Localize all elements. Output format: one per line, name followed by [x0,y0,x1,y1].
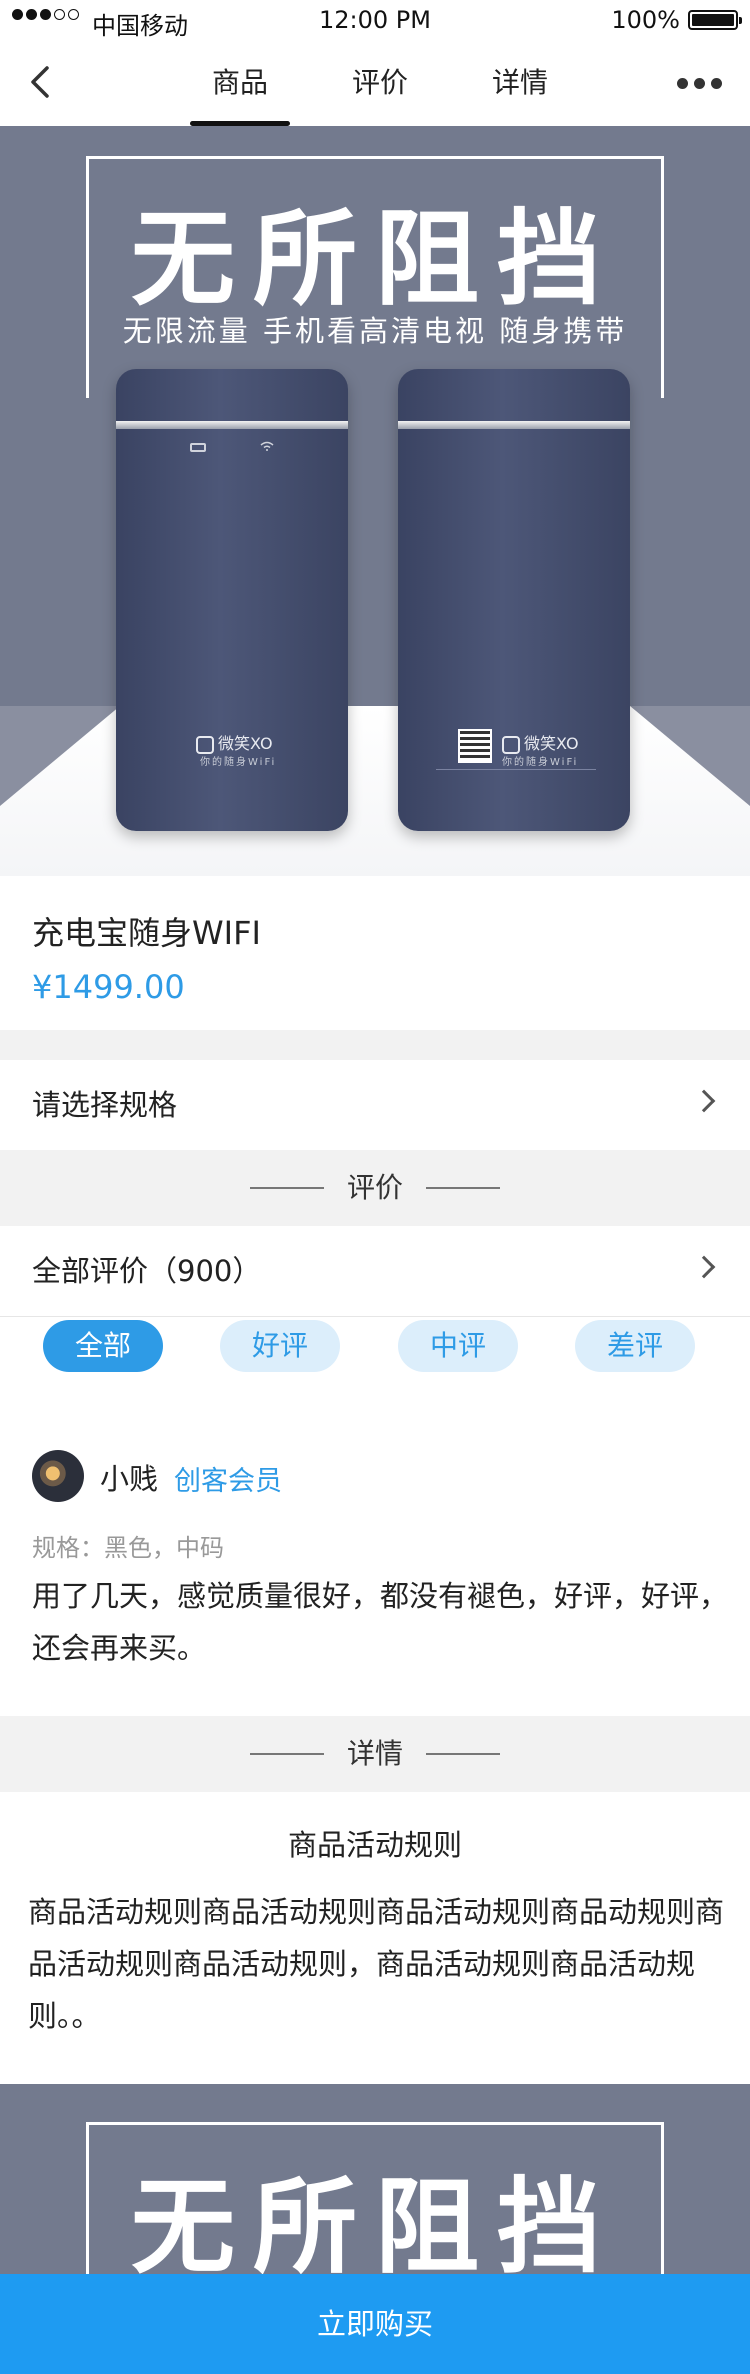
product-info: 充电宝随身WIFI ¥1499.00 [0,876,750,1030]
select-spec-row[interactable]: 请选择规格 [0,1060,750,1150]
device-slogan: 你的随身WiFi [502,757,579,768]
device-back-image: 微笑XO 你的随身WiFi [398,369,630,831]
wifi-indicator-icon [260,441,274,451]
nav-tabs: 商品 评价 详情 [170,40,590,126]
avatar [32,1450,84,1502]
tab-reviews[interactable]: 评价 [310,40,450,126]
battery-percent: 100% [611,6,680,34]
review-filters: 全部 好评 中评 差评 [0,1320,750,1380]
review-spec: 规格：黑色，中码 [32,1534,224,1562]
tab-product[interactable]: 商品 [170,40,310,126]
more-dots-icon[interactable] [677,78,722,89]
hero-subtitle: 无限流量 手机看高清电视 随身携带 [122,314,628,348]
filter-positive[interactable]: 好评 [220,1320,340,1372]
details-section-title: 详情 [346,1737,403,1770]
details-block: 商品活动规则 商品活动规则商品活动规则商品活动规则商品动规则商品活动规则商品活动… [0,1792,750,2084]
divider [0,1316,750,1317]
filter-negative[interactable]: 差评 [575,1320,695,1372]
device-front-image: 微笑XO 你的随身WiFi [116,369,348,831]
buy-now-button[interactable]: 立即购买 [0,2274,750,2374]
review-user-name: 小贱 [100,1462,159,1496]
chevron-right-icon [692,1255,716,1279]
device-slogan: 你的随身WiFi [200,757,277,768]
tab-details[interactable]: 详情 [450,40,590,126]
details-text: 商品活动规则商品活动规则商品活动规则商品动规则商品活动规则商品活动规则，商品活动… [28,1895,725,2033]
filter-all[interactable]: 全部 [43,1320,163,1372]
all-reviews-label: 全部评价（900） [32,1254,262,1288]
select-spec-label: 请选择规格 [32,1088,178,1122]
reviews-section-header: 评价 [0,1150,750,1226]
details-section-header: 详情 [0,1716,750,1792]
device-brand: 微笑XO [196,730,273,754]
member-badge: 创客会员 [174,1466,282,1497]
review-text: 用了几天，感觉质量很好，都没有褪色，好评，好评，还会再来买。 [32,1579,729,1665]
battery-indicator-icon [190,443,206,452]
filter-neutral[interactable]: 中评 [398,1320,518,1372]
qr-code-icon [458,729,492,763]
battery-icon [688,10,742,30]
back-chevron-icon[interactable] [22,64,58,100]
product-name: 充电宝随身WIFI [32,914,261,952]
product-price: ¥1499.00 [32,968,185,1006]
section-gap [0,1030,750,1060]
reviews-section-title: 评价 [346,1171,403,1204]
nav-bar: 商品 评价 详情 [0,40,750,126]
all-reviews-row[interactable]: 全部评价（900） [0,1226,750,1316]
review-item: 小贱 创客会员 规格：黑色，中码 用了几天，感觉质量很好，都没有褪色，好评，好评… [0,1400,750,1716]
hero-banner: 无所阻挡 无限流量 手机看高清电视 随身携带 微笑XO 你的随身WiFi 微笑X… [0,126,750,876]
chevron-right-icon [692,1089,716,1113]
details-title: 商品活动规则 [287,1828,462,1862]
device-brand: 微笑XO [502,730,579,754]
detail-banner-title: 无所阻挡 [130,2166,619,2288]
status-bar: 中国移动 12:00 PM 100% [0,0,750,40]
hero-title: 无所阻挡 [130,198,619,320]
